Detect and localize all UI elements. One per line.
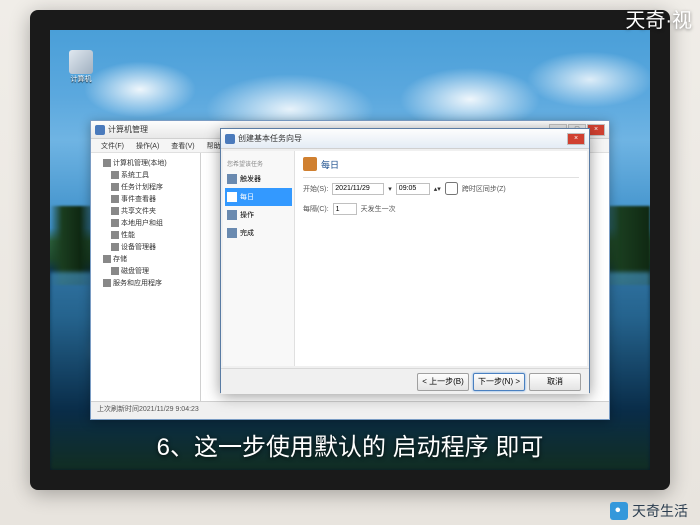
tree-item[interactable]: 存储 [95, 253, 196, 265]
wizard-step-action[interactable]: 操作 [225, 206, 292, 224]
dialog-footer: < 上一步(B) 下一步(N) > 取消 [221, 368, 589, 394]
brand-logo-icon [610, 502, 628, 520]
step-icon [227, 192, 237, 202]
menu-file[interactable]: 文件(F) [95, 139, 130, 152]
folder-icon [103, 159, 111, 167]
task-wizard-dialog: 创建基本任务向导 × 您希望该任务 触发器 每日 操作 完成 每日 [220, 128, 590, 393]
sync-label: 跨时区同步(Z) [462, 184, 506, 194]
wizard-steps-panel: 您希望该任务 触发器 每日 操作 完成 [223, 151, 295, 366]
desktop-icon-label: 计算机 [65, 74, 97, 84]
tree-item[interactable]: 计算机管理(本地) [95, 157, 196, 169]
dialog-icon [225, 134, 235, 144]
computer-icon [69, 50, 93, 74]
menu-view[interactable]: 查看(V) [165, 139, 200, 152]
recur-label: 每隔(C): [303, 204, 329, 214]
tree-item[interactable]: 设备管理器 [95, 241, 196, 253]
folder-icon [103, 255, 111, 263]
back-button[interactable]: < 上一步(B) [417, 373, 469, 391]
dialog-titlebar[interactable]: 创建基本任务向导 × [221, 129, 589, 149]
recur-unit: 天发生一次 [361, 204, 396, 214]
app-icon [95, 125, 105, 135]
step-icon [227, 228, 237, 238]
desktop-screen: 计算机 计算机管理 ─ □ × 文件(F) 操作(A) 查看(V) 帮助(H) [50, 30, 650, 470]
folder-icon [111, 183, 119, 191]
wizard-form: 每日 开始(S): ▾ ▴▾ 跨时区同步(Z) 每隔(C): [295, 151, 587, 366]
step-icon [227, 174, 237, 184]
wizard-step-daily[interactable]: 每日 [225, 188, 292, 206]
folder-icon [111, 207, 119, 215]
calendar-icon [303, 157, 317, 171]
tree-item[interactable]: 共享文件夹 [95, 205, 196, 217]
start-time-input[interactable] [396, 183, 430, 195]
tree-item[interactable]: 系统工具 [95, 169, 196, 181]
step-icon [227, 210, 237, 220]
tree-item[interactable]: 性能 [95, 229, 196, 241]
tree-sidebar: 计算机管理(本地) 系统工具 任务计划程序 事件查看器 共享文件夹 本地用户和组… [91, 153, 201, 401]
sync-timezone-checkbox[interactable] [445, 182, 458, 195]
folder-icon [103, 279, 111, 287]
folder-icon [111, 267, 119, 275]
statusbar: 上次刷新时间2021/11/29 9:04:23 [91, 401, 609, 417]
monitor-frame: 计算机 计算机管理 ─ □ × 文件(F) 操作(A) 查看(V) 帮助(H) [30, 10, 670, 490]
dialog-title: 创建基本任务向导 [238, 133, 302, 144]
section-title: 每日 [303, 157, 579, 171]
watermark-top: 天奇·视 [625, 4, 692, 33]
folder-icon [111, 243, 119, 251]
tree-item[interactable]: 任务计划程序 [95, 181, 196, 193]
folder-icon [111, 171, 119, 179]
next-button[interactable]: 下一步(N) > [473, 373, 525, 391]
wizard-step-finish[interactable]: 完成 [225, 224, 292, 242]
start-date-input[interactable] [332, 183, 384, 195]
video-caption: 6、这一步使用默认的 启动程序 即可 [50, 427, 650, 462]
folder-icon [111, 219, 119, 227]
menu-action[interactable]: 操作(A) [130, 139, 165, 152]
watermark-bottom: 天奇生活 [610, 501, 688, 521]
dialog-close-button[interactable]: × [567, 133, 585, 145]
folder-icon [111, 231, 119, 239]
panel-header: 您希望该任务 [225, 157, 292, 170]
tree-item[interactable]: 事件查看器 [95, 193, 196, 205]
tree-item[interactable]: 服务和应用程序 [95, 277, 196, 289]
folder-icon [111, 195, 119, 203]
recur-value-input[interactable] [333, 203, 357, 215]
wizard-step-trigger[interactable]: 触发器 [225, 170, 292, 188]
cancel-button[interactable]: 取消 [529, 373, 581, 391]
tree-item[interactable]: 本地用户和组 [95, 217, 196, 229]
start-label: 开始(S): [303, 184, 328, 194]
main-title: 计算机管理 [108, 124, 148, 135]
desktop-icon-computer[interactable]: 计算机 [65, 50, 97, 90]
tree-item[interactable]: 磁盘管理 [95, 265, 196, 277]
